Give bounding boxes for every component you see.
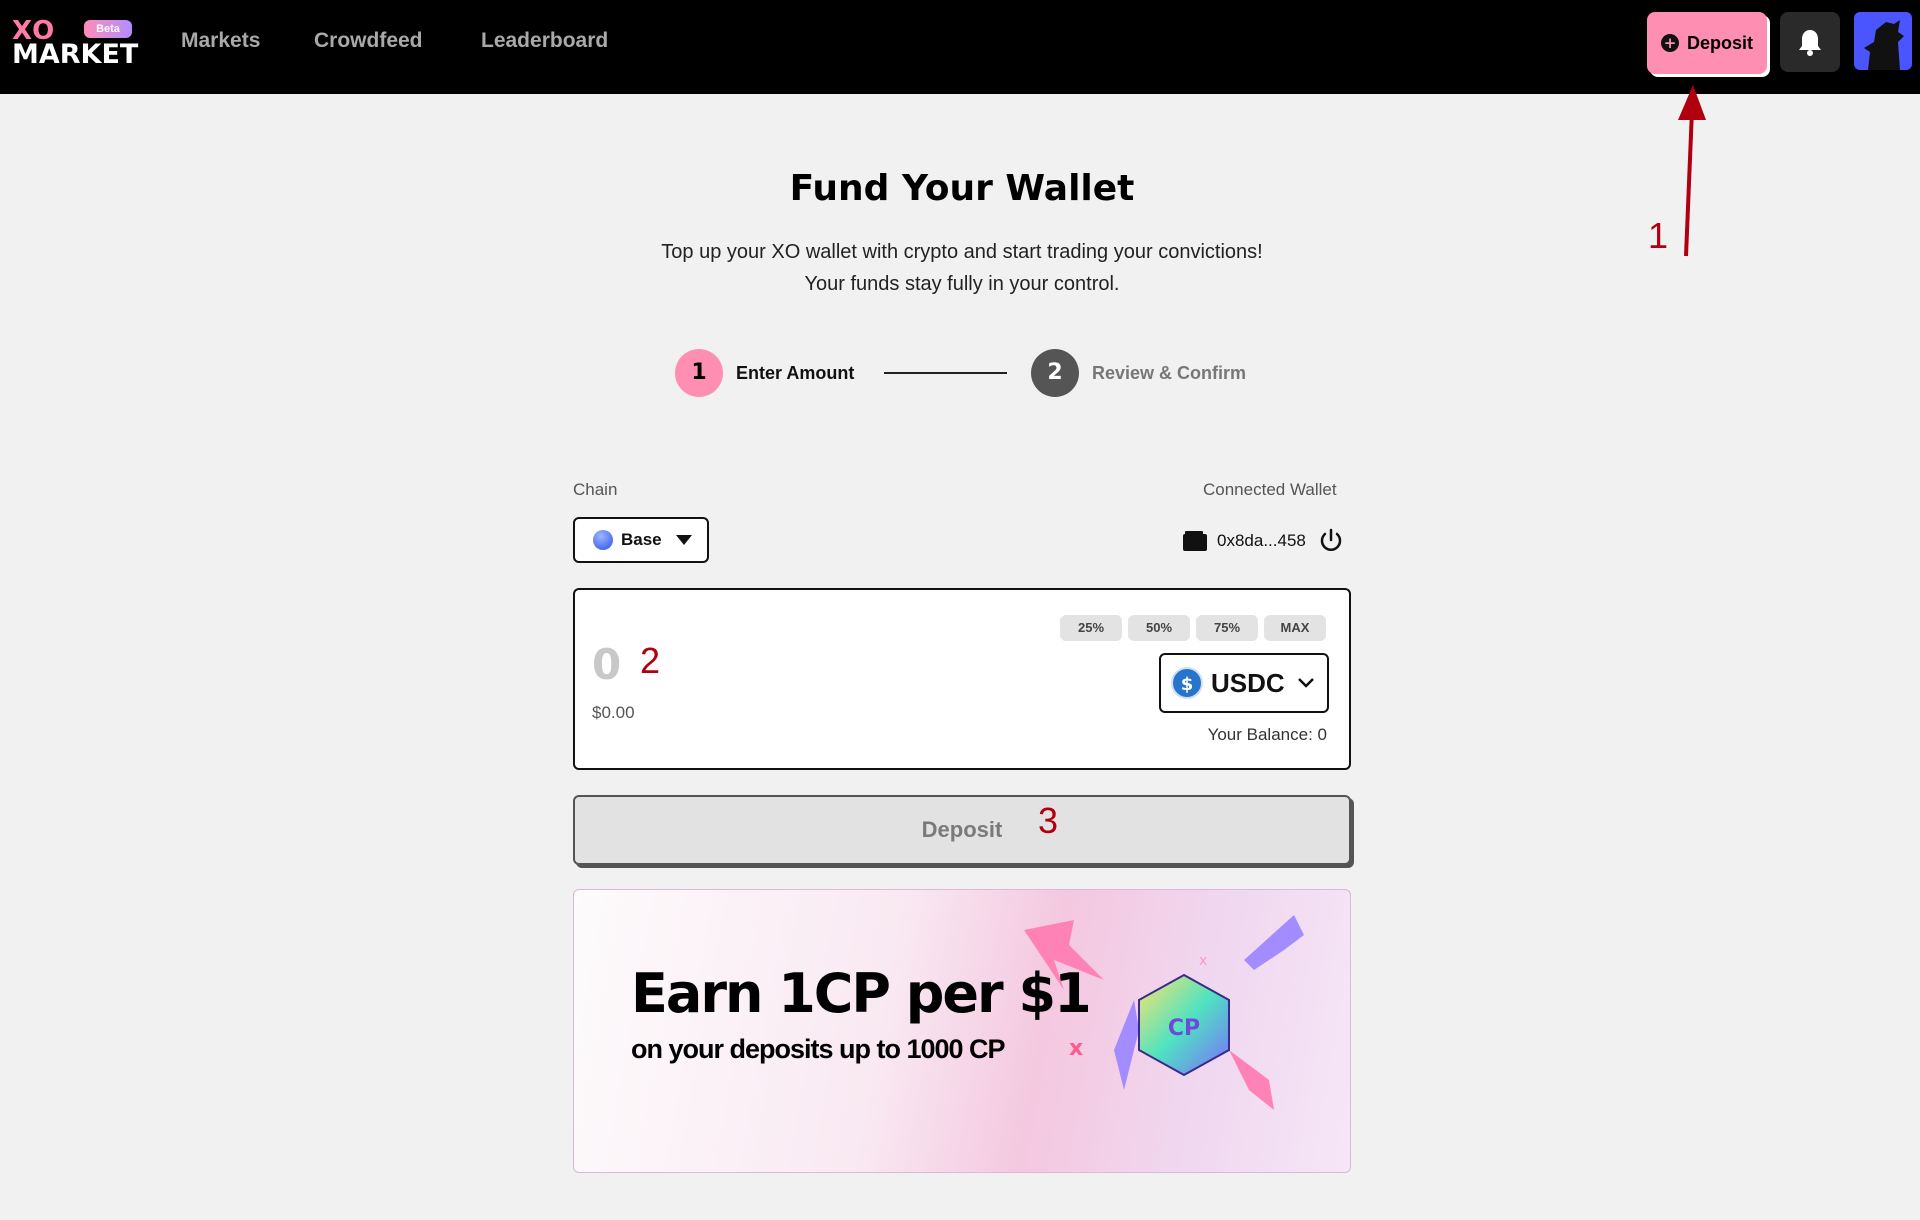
chevron-down-icon [1297,678,1314,688]
stepper-connector [884,372,1007,374]
amount-panel: 25% 50% 75% MAX 0 $0.00 $ USDC Your Bala… [573,588,1351,770]
step-2-circle: 2 [1031,349,1079,397]
nav-link-markets[interactable]: Markets [181,28,260,54]
chain-select-value: Base [621,530,662,549]
cp-badge-text: CP [1168,1016,1200,1041]
annotation-3: 3 [1038,800,1059,841]
chain-select[interactable]: Base [573,517,709,563]
annotation-1: 1 [1648,215,1669,256]
promo-subtitle: on your deposits up to 1000 CP [631,1034,1006,1064]
caret-down-icon [675,535,692,545]
base-chain-icon [593,530,613,550]
chain-label: Chain [573,480,618,499]
token-select[interactable]: $ USDC [1159,653,1329,713]
header-deposit-label: Deposit [1686,33,1753,53]
step-1-label: Enter Amount [736,363,855,383]
power-disconnect-icon[interactable] [1318,528,1344,554]
usdc-icon: $ [1171,667,1203,699]
percent-25-button[interactable]: 25% [1060,615,1122,641]
nav-link-leaderboard[interactable]: Leaderboard [481,28,608,54]
avatar-silhouette-icon [1864,20,1904,70]
page-subtitle-line-2: Your funds stay fully in your control. [804,273,1120,295]
plus-circle-icon: + [1660,34,1679,52]
balance-value: 0 [1317,725,1327,744]
annotation-2: 2 [640,640,661,681]
deposit-submit-button[interactable]: Deposit [573,795,1351,865]
balance-readout: Your Balance: 0 [1208,724,1327,746]
connected-wallet-label: Connected Wallet [1203,480,1337,499]
nav-link-crowdfeed[interactable]: Crowdfeed [314,28,423,54]
balance-label: Your Balance: [1207,725,1313,744]
step-1-circle: 1 [675,349,723,397]
xo-market-logo[interactable]: XO Beta MARKET [12,18,139,70]
wallet-address: 0x8da...458 [1217,531,1306,550]
user-avatar[interactable] [1854,12,1912,70]
header-deposit-button[interactable]: + Deposit [1647,12,1767,74]
logo-market: MARKET [12,39,139,70]
percent-max-button[interactable]: MAX [1264,615,1326,641]
amount-input[interactable]: 0 [592,640,621,690]
wallet-icon [1183,531,1207,551]
bell-icon [1799,30,1821,56]
step-2-label: Review & Confirm [1092,363,1247,383]
percent-75-button[interactable]: 75% [1196,615,1258,641]
cp-gem-illustration: CP x x [1024,915,1304,1110]
svg-text:x: x [1069,1036,1083,1061]
percent-50-button[interactable]: 50% [1128,615,1190,641]
notifications-button[interactable] [1780,12,1840,72]
token-select-value: USDC [1211,668,1285,698]
svg-text:x: x [1199,953,1207,969]
connected-wallet: 0x8da...458 [1183,526,1344,556]
beta-badge: Beta [84,20,132,38]
amount-usd-value: $0.00 [592,703,635,722]
earn-cp-promo-banner[interactable]: Earn 1CP per $1 on your deposits up to 1… [573,889,1351,1173]
